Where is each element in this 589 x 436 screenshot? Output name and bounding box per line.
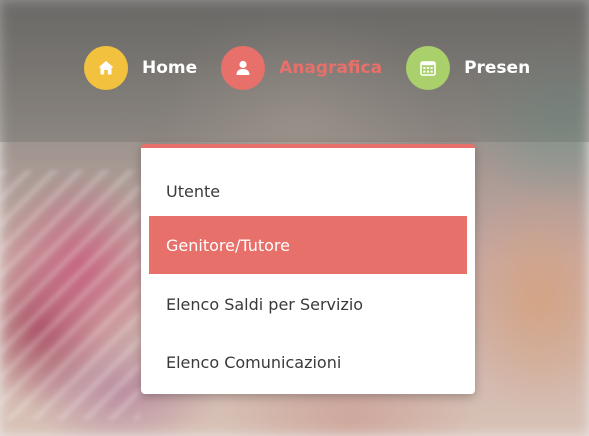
dropdown-item-utente[interactable]: Utente: [149, 162, 467, 220]
dropdown-item-genitore-tutore[interactable]: Genitore/Tutore: [149, 216, 467, 274]
user-icon: [221, 46, 266, 90]
nav-item-presenze[interactable]: Presen: [406, 46, 530, 90]
nav-label-anagrafica: Anagrafica: [279, 58, 383, 78]
calendar-icon: [406, 46, 451, 90]
nav-item-home[interactable]: Home: [84, 46, 197, 90]
nav-item-anagrafica[interactable]: Anagrafica: [221, 46, 382, 90]
dropdown-item-elenco-comunicazioni[interactable]: Elenco Comunicazioni: [149, 333, 467, 391]
anagrafica-dropdown-menu: Utente Genitore/Tutore Elenco Saldi per …: [141, 144, 475, 394]
nav-label-home: Home: [142, 58, 198, 78]
nav-label-presenze: Presen: [464, 58, 531, 78]
screenshot-stage: Home Anagrafica Presen Utente Genitore/T…: [0, 0, 589, 436]
home-icon: [84, 46, 128, 90]
dropdown-item-elenco-saldi[interactable]: Elenco Saldi per Servizio: [149, 275, 467, 333]
main-nav: Home Anagrafica Presen: [84, 45, 554, 91]
background-fabric-pattern: [0, 170, 140, 420]
